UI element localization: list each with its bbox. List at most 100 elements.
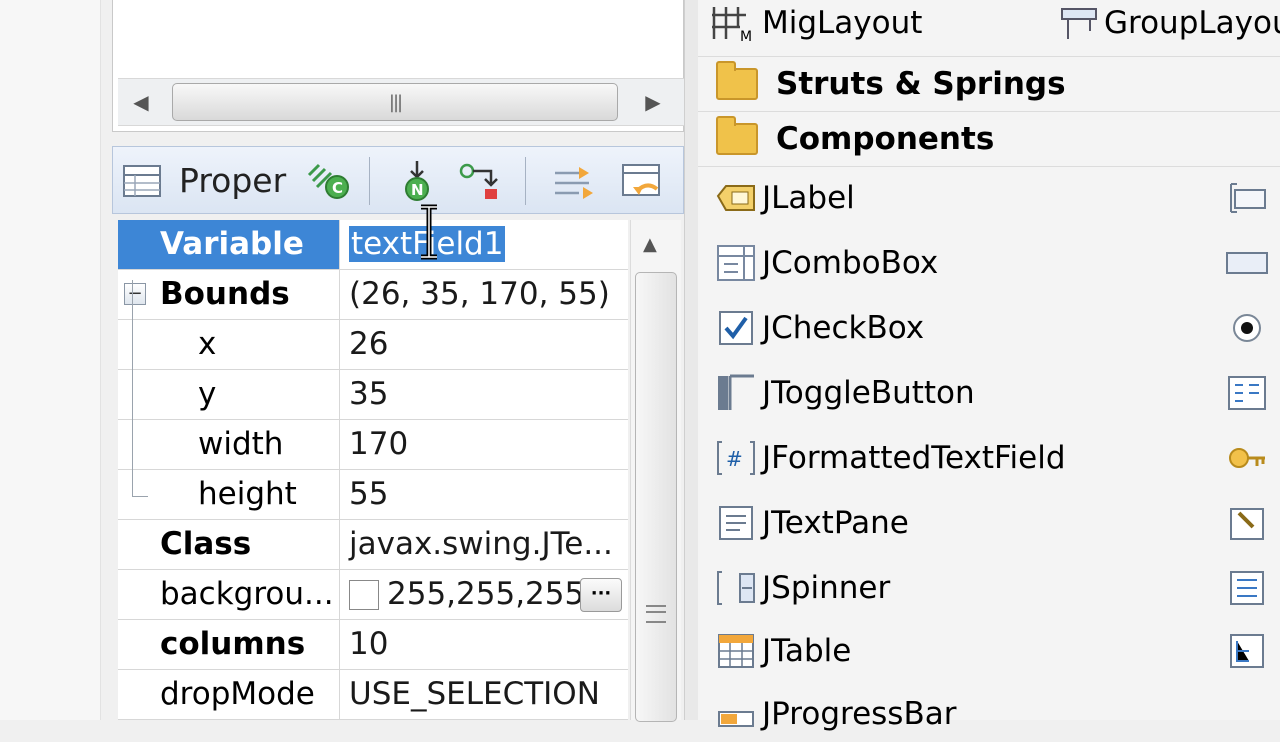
palette-item-jformattedtextfield[interactable]: # JFormattedTextField: [714, 430, 1066, 486]
show-events-icon[interactable]: C: [305, 159, 351, 203]
property-row-height[interactable]: height 55: [118, 470, 628, 520]
property-value[interactable]: 55: [349, 470, 388, 519]
palette-item-jcombobox[interactable]: JComboBox: [714, 235, 938, 291]
palette-item-jbutton-icon[interactable]: [1222, 176, 1272, 220]
palette-category-struts-springs[interactable]: Struts & Springs: [698, 56, 1280, 112]
palette-item-label: JComboBox: [762, 245, 939, 281]
property-value[interactable]: USE_SELECTION: [349, 670, 600, 719]
palette-item-label: JProgressBar: [762, 696, 957, 732]
palette-category-components[interactable]: Components: [698, 112, 1280, 167]
property-row-class[interactable]: Class javax.swing.JTe...: [118, 520, 628, 570]
palette-item-jtextfield-icon[interactable]: [1222, 241, 1272, 285]
spinner-icon: [714, 566, 758, 610]
properties-table-icon: [123, 159, 161, 203]
property-value[interactable]: 26: [349, 320, 388, 369]
properties-title: Proper: [179, 161, 287, 200]
palette-item-jtextpane[interactable]: JTextPane: [714, 495, 909, 551]
palette-item-label: JCheckBox: [762, 310, 925, 346]
jcombobox-icon: [714, 241, 758, 285]
horizontal-scrollbar[interactable]: ◀ ||| ▶: [118, 78, 684, 126]
move-property-icon[interactable]: [549, 159, 599, 203]
palette-item-jradiobutton-icon[interactable]: [1222, 306, 1272, 350]
property-value[interactable]: 35: [349, 370, 388, 419]
grouplayout-icon: [1061, 8, 1097, 39]
component-palette: M MigLayout GroupLayou Struts & Springs …: [698, 0, 1280, 732]
property-row-x[interactable]: x 26: [118, 320, 628, 370]
miglayout-icon: M: [712, 7, 752, 43]
open-folder-icon: [716, 116, 758, 155]
scrollbar-thumb[interactable]: [635, 272, 677, 722]
palette-item-label: JSpinner: [762, 570, 891, 606]
property-name: y: [118, 370, 340, 419]
property-name: width: [118, 420, 340, 469]
scroll-right-arrow-icon[interactable]: ▶: [630, 79, 676, 125]
palette-item-label: JFormattedTextField: [762, 440, 1066, 476]
convert-local-to-field-icon[interactable]: N: [397, 159, 437, 203]
text-cursor-icon: [418, 204, 440, 264]
textpane-icon: [714, 501, 758, 545]
checkbox-icon: [714, 306, 758, 350]
property-name: Variable: [118, 220, 340, 269]
ellipsis-button[interactable]: ···: [580, 578, 622, 612]
progressbar-icon: [714, 692, 758, 736]
category-label: Components: [776, 121, 995, 157]
goto-definition-icon[interactable]: [457, 159, 507, 203]
palette-item-jslider-icon[interactable]: [1222, 566, 1272, 610]
svg-text:C: C: [332, 179, 343, 197]
palette-item-grouplayout[interactable]: GroupLayou: [1056, 0, 1280, 46]
table-icon: [714, 629, 758, 673]
palette-item-jprogressbar[interactable]: JProgressBar: [714, 686, 956, 742]
property-name: height: [118, 470, 340, 519]
property-name: Class: [118, 520, 340, 569]
property-row-dropmode[interactable]: dropMode USE_SELECTION: [118, 670, 628, 720]
color-value: 255,255,255: [387, 576, 585, 612]
vertical-scrollbar[interactable]: ▲: [630, 220, 681, 722]
svg-text:M: M: [740, 29, 752, 43]
property-value[interactable]: 255,255,255: [349, 570, 584, 619]
palette-item-jcheckbox[interactable]: JCheckBox: [714, 300, 924, 356]
formattedtextfield-icon: #: [714, 436, 758, 480]
togglebutton-icon: [714, 371, 758, 415]
palette-item-jtogglebutton[interactable]: JToggleButton: [714, 365, 975, 421]
palette-item-label: MigLayout: [762, 5, 923, 41]
property-row-bounds[interactable]: Bounds − (26, 35, 170, 55): [118, 270, 628, 320]
palette-item-miglayout[interactable]: M MigLayout: [710, 0, 922, 46]
palette-item-jtree-icon[interactable]: [1222, 629, 1272, 673]
palette-item-jpasswordfield-icon[interactable]: [1222, 436, 1272, 480]
property-value[interactable]: 10: [349, 620, 388, 669]
left-gutter: [0, 0, 101, 720]
palette-item-jlist-icon[interactable]: [1222, 371, 1272, 415]
palette-item-label: JLabel: [762, 180, 855, 216]
property-row-variable[interactable]: Variable textField1: [118, 220, 628, 270]
properties-grid: Variable textField1 Bounds − (26, 35, 17…: [118, 220, 628, 720]
property-value[interactable]: javax.swing.JTe...: [349, 520, 613, 569]
palette-item-jlabel[interactable]: JLabel: [714, 170, 855, 226]
svg-text:N: N: [411, 181, 424, 199]
palette-item-label: GroupLayou: [1104, 5, 1280, 41]
palette-item-jspinner[interactable]: JSpinner: [714, 560, 890, 616]
palette-item-jeditorpane-icon[interactable]: [1222, 501, 1272, 545]
property-value[interactable]: (26, 35, 170, 55): [349, 270, 610, 319]
palette-item-label: JTextPane: [762, 505, 909, 541]
property-row-width[interactable]: width 170: [118, 420, 628, 470]
scroll-left-arrow-icon[interactable]: ◀: [118, 79, 164, 125]
property-name: Bounds: [118, 270, 340, 319]
restore-defaults-icon[interactable]: [619, 159, 665, 203]
palette-item-jtable[interactable]: JTable: [714, 623, 851, 679]
collapse-toggle-icon[interactable]: −: [124, 283, 146, 305]
property-row-background[interactable]: backgrou... 255,255,255 ···: [118, 570, 628, 620]
scrollbar-thumb[interactable]: |||: [172, 83, 618, 121]
property-name: dropMode: [118, 670, 340, 719]
property-name: backgrou...: [118, 570, 340, 619]
color-swatch: [349, 579, 379, 610]
property-row-columns[interactable]: columns 10: [118, 620, 628, 670]
palette-item-label: JTable: [762, 633, 852, 669]
property-row-y[interactable]: y 35: [118, 370, 628, 420]
properties-toolbar: Proper C N: [112, 146, 684, 214]
category-label: Struts & Springs: [776, 66, 1066, 102]
svg-text:#: #: [726, 447, 743, 471]
jlabel-icon: [714, 176, 758, 220]
scroll-up-arrow-icon[interactable]: ▲: [643, 234, 657, 255]
property-value[interactable]: 170: [349, 420, 408, 469]
palette-item-label: JToggleButton: [762, 375, 975, 411]
